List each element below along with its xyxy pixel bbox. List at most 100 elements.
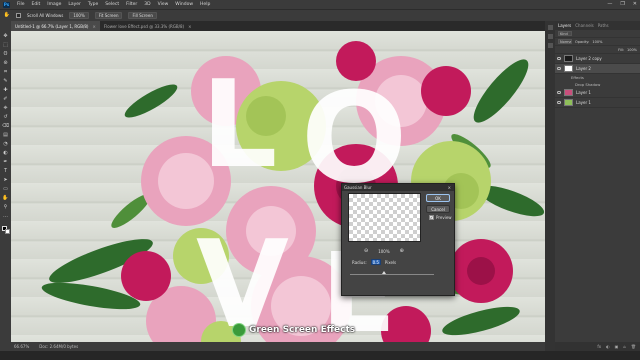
type-icon[interactable]: T	[3, 168, 9, 174]
layer-filter-row: Kind	[555, 30, 640, 38]
menu-3d[interactable]: 3D	[144, 2, 150, 7]
watermark: Green Screen Effects	[232, 323, 355, 337]
pen-icon[interactable]: ✒	[3, 159, 9, 165]
tab-paths[interactable]: Paths	[598, 23, 609, 28]
opacity-label: Opacity:	[575, 39, 590, 44]
eye-icon[interactable]	[557, 101, 561, 104]
trash-icon[interactable]: 🗑	[631, 344, 636, 349]
color-swatches[interactable]	[1, 226, 10, 235]
layers-panel-footer: fx ◐ ▣ ⌂ 🗑	[555, 342, 640, 351]
fill-value[interactable]: 100%	[627, 48, 637, 52]
eye-icon[interactable]	[557, 57, 561, 60]
background-color[interactable]	[4, 229, 10, 234]
menu-type[interactable]: Type	[88, 2, 98, 7]
layer-name: Layer 2 copy	[576, 56, 602, 61]
zoom-100-button[interactable]: 100%	[69, 12, 89, 19]
close-tab-icon[interactable]: ×	[188, 24, 191, 29]
fit-screen-button[interactable]: Fit Screen	[94, 12, 123, 19]
eraser-icon[interactable]: ⌫	[2, 123, 9, 129]
eyedropper-icon[interactable]: ✎	[3, 78, 9, 84]
zoom-in-icon[interactable]: ⊕	[400, 248, 404, 254]
menu-image[interactable]: Image	[47, 2, 61, 7]
new-layer-icon[interactable]: ⌂	[623, 344, 626, 349]
fill-screen-button[interactable]: Fill Screen	[128, 12, 157, 19]
preview-zoom-level: 100%	[378, 248, 390, 254]
layer-thumbnail	[564, 89, 573, 96]
lasso-icon[interactable]: ʘ	[3, 51, 9, 57]
blur-icon[interactable]: ◔	[3, 141, 9, 147]
menu-file[interactable]: File	[17, 2, 25, 7]
tab-channels[interactable]: Channels	[575, 23, 594, 28]
path-select-icon[interactable]: ➤	[3, 177, 9, 183]
tab-flower-love-effect[interactable]: Flower love Effect.psd @ 33.3% (RGB/8) ×	[100, 21, 196, 31]
watermark-text: Green Screen Effects	[249, 325, 356, 335]
document-tabs: Untitled-1 @ 66.7% (Layer 1, RGB/8) × Fl…	[11, 21, 555, 31]
zoom-icon[interactable]: ⚲	[3, 204, 9, 210]
layer-name: Layer 1	[576, 100, 591, 105]
more-icon[interactable]: …	[3, 213, 9, 219]
close-window-button[interactable]: ✕	[633, 1, 637, 7]
kind-filter-select[interactable]: Kind	[558, 31, 572, 36]
marquee-icon[interactable]: ⬚	[3, 42, 9, 48]
status-zoom[interactable]: 66.67%	[14, 344, 29, 349]
zoom-out-icon[interactable]: ⊖	[364, 248, 368, 254]
gaussian-blur-dialog: Gaussian Blur × OK Cancel ✓ Preview ⊖ 10…	[341, 183, 455, 296]
tab-layers[interactable]: Layers	[558, 23, 571, 28]
layer-row-selected[interactable]: Layer 2	[555, 64, 640, 74]
status-doc-info[interactable]: Doc: 2.64M/0 bytes	[39, 344, 78, 349]
opacity-value[interactable]: 100%	[592, 40, 602, 44]
document-canvas[interactable]: L O V E	[11, 31, 545, 342]
drop-shadow-row[interactable]: Drop Shadow	[555, 81, 640, 88]
menu-window[interactable]: Window	[175, 2, 193, 7]
ok-button[interactable]: OK	[426, 194, 450, 202]
blend-mode-select[interactable]: Normal	[558, 39, 572, 44]
effects-row[interactable]: Effects	[555, 74, 640, 81]
menu-select[interactable]: Select	[105, 2, 119, 7]
close-tab-icon[interactable]: ×	[92, 24, 95, 29]
layer-row[interactable]: Layer 1	[555, 98, 640, 108]
eye-icon[interactable]	[557, 91, 561, 94]
tab-untitled-1[interactable]: Untitled-1 @ 66.7% (Layer 1, RGB/8) ×	[11, 21, 100, 31]
cancel-button[interactable]: Cancel	[426, 205, 450, 213]
quick-select-icon[interactable]: ⊛	[3, 60, 9, 66]
close-icon[interactable]: ×	[448, 185, 451, 190]
layer-name: Layer 1	[576, 90, 591, 95]
layer-row[interactable]: Layer 2 copy	[555, 54, 640, 64]
eye-icon[interactable]	[557, 67, 561, 70]
healing-icon[interactable]: ✚	[3, 87, 9, 93]
menu-view[interactable]: View	[158, 2, 169, 7]
hand-icon[interactable]: ✋	[2, 195, 8, 201]
scroll-all-windows-label: Scroll All Windows	[27, 13, 64, 18]
menu-bar: Ps File Edit Image Layer Type Select Fil…	[0, 0, 640, 9]
layer-name: Layer 2	[576, 66, 591, 71]
radius-slider-track[interactable]	[350, 274, 434, 275]
adjustments-panel-icon[interactable]	[547, 43, 553, 48]
adjustment-layer-icon[interactable]: ◐	[606, 344, 610, 349]
minimize-button[interactable]: —	[607, 1, 612, 7]
maximize-button[interactable]: ❐	[620, 1, 624, 7]
fx-icon[interactable]: fx	[597, 344, 601, 349]
menu-layer[interactable]: Layer	[68, 2, 81, 7]
scroll-all-windows-checkbox[interactable]	[16, 13, 21, 18]
brush-icon[interactable]: ✐	[3, 96, 9, 102]
shape-icon[interactable]: ▭	[3, 186, 9, 192]
history-brush-icon[interactable]: ↺	[3, 114, 9, 120]
blur-preview-area[interactable]	[348, 193, 421, 242]
menu-filter[interactable]: Filter	[126, 2, 137, 7]
preview-checkbox[interactable]: ✓	[429, 215, 434, 220]
gradient-icon[interactable]: ▤	[3, 132, 9, 138]
stamp-icon[interactable]: ⎈	[3, 105, 9, 111]
radius-input[interactable]: 0.5	[370, 259, 381, 265]
mask-icon[interactable]: ▣	[615, 344, 619, 349]
menu-help[interactable]: Help	[200, 2, 210, 7]
menu-edit[interactable]: Edit	[32, 2, 41, 7]
radius-slider-handle[interactable]	[381, 271, 386, 274]
layer-row[interactable]: Layer 1	[555, 88, 640, 98]
dodge-icon[interactable]: ◐	[3, 150, 9, 156]
move-icon[interactable]: ✥	[3, 33, 9, 39]
crop-icon[interactable]: ⌗	[3, 69, 9, 75]
photoshop-logo: Ps	[3, 1, 10, 8]
history-panel-icon[interactable]	[547, 25, 553, 30]
dialog-titlebar[interactable]: Gaussian Blur ×	[342, 184, 454, 191]
properties-panel-icon[interactable]	[547, 34, 553, 39]
